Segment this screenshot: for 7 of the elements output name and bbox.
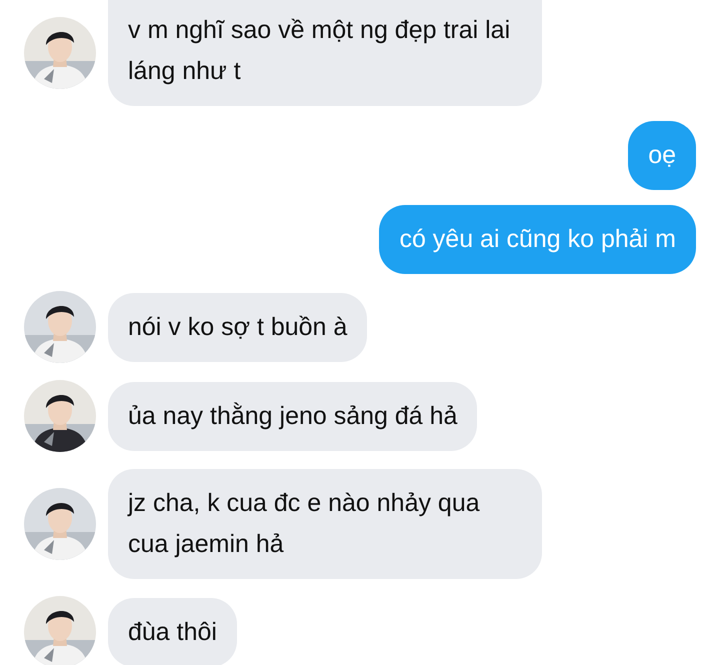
message-bubble: ủa nay thằng jeno sảng đá hả <box>108 382 478 450</box>
message-bubble: đùa thôi <box>108 598 237 665</box>
message-bubble: nói v ko sợ t buồn à <box>108 292 368 362</box>
message-bubble: v m nghĩ sao về một ng đẹp trai lai láng như t <box>108 0 542 106</box>
message-bubble: oẹ <box>628 121 696 190</box>
message-bubble: jz cha, k cua đc e nào nhảy qua cua jaemin hả <box>108 469 542 579</box>
message-bubble: có yêu ai cũng ko phải m <box>379 205 696 274</box>
